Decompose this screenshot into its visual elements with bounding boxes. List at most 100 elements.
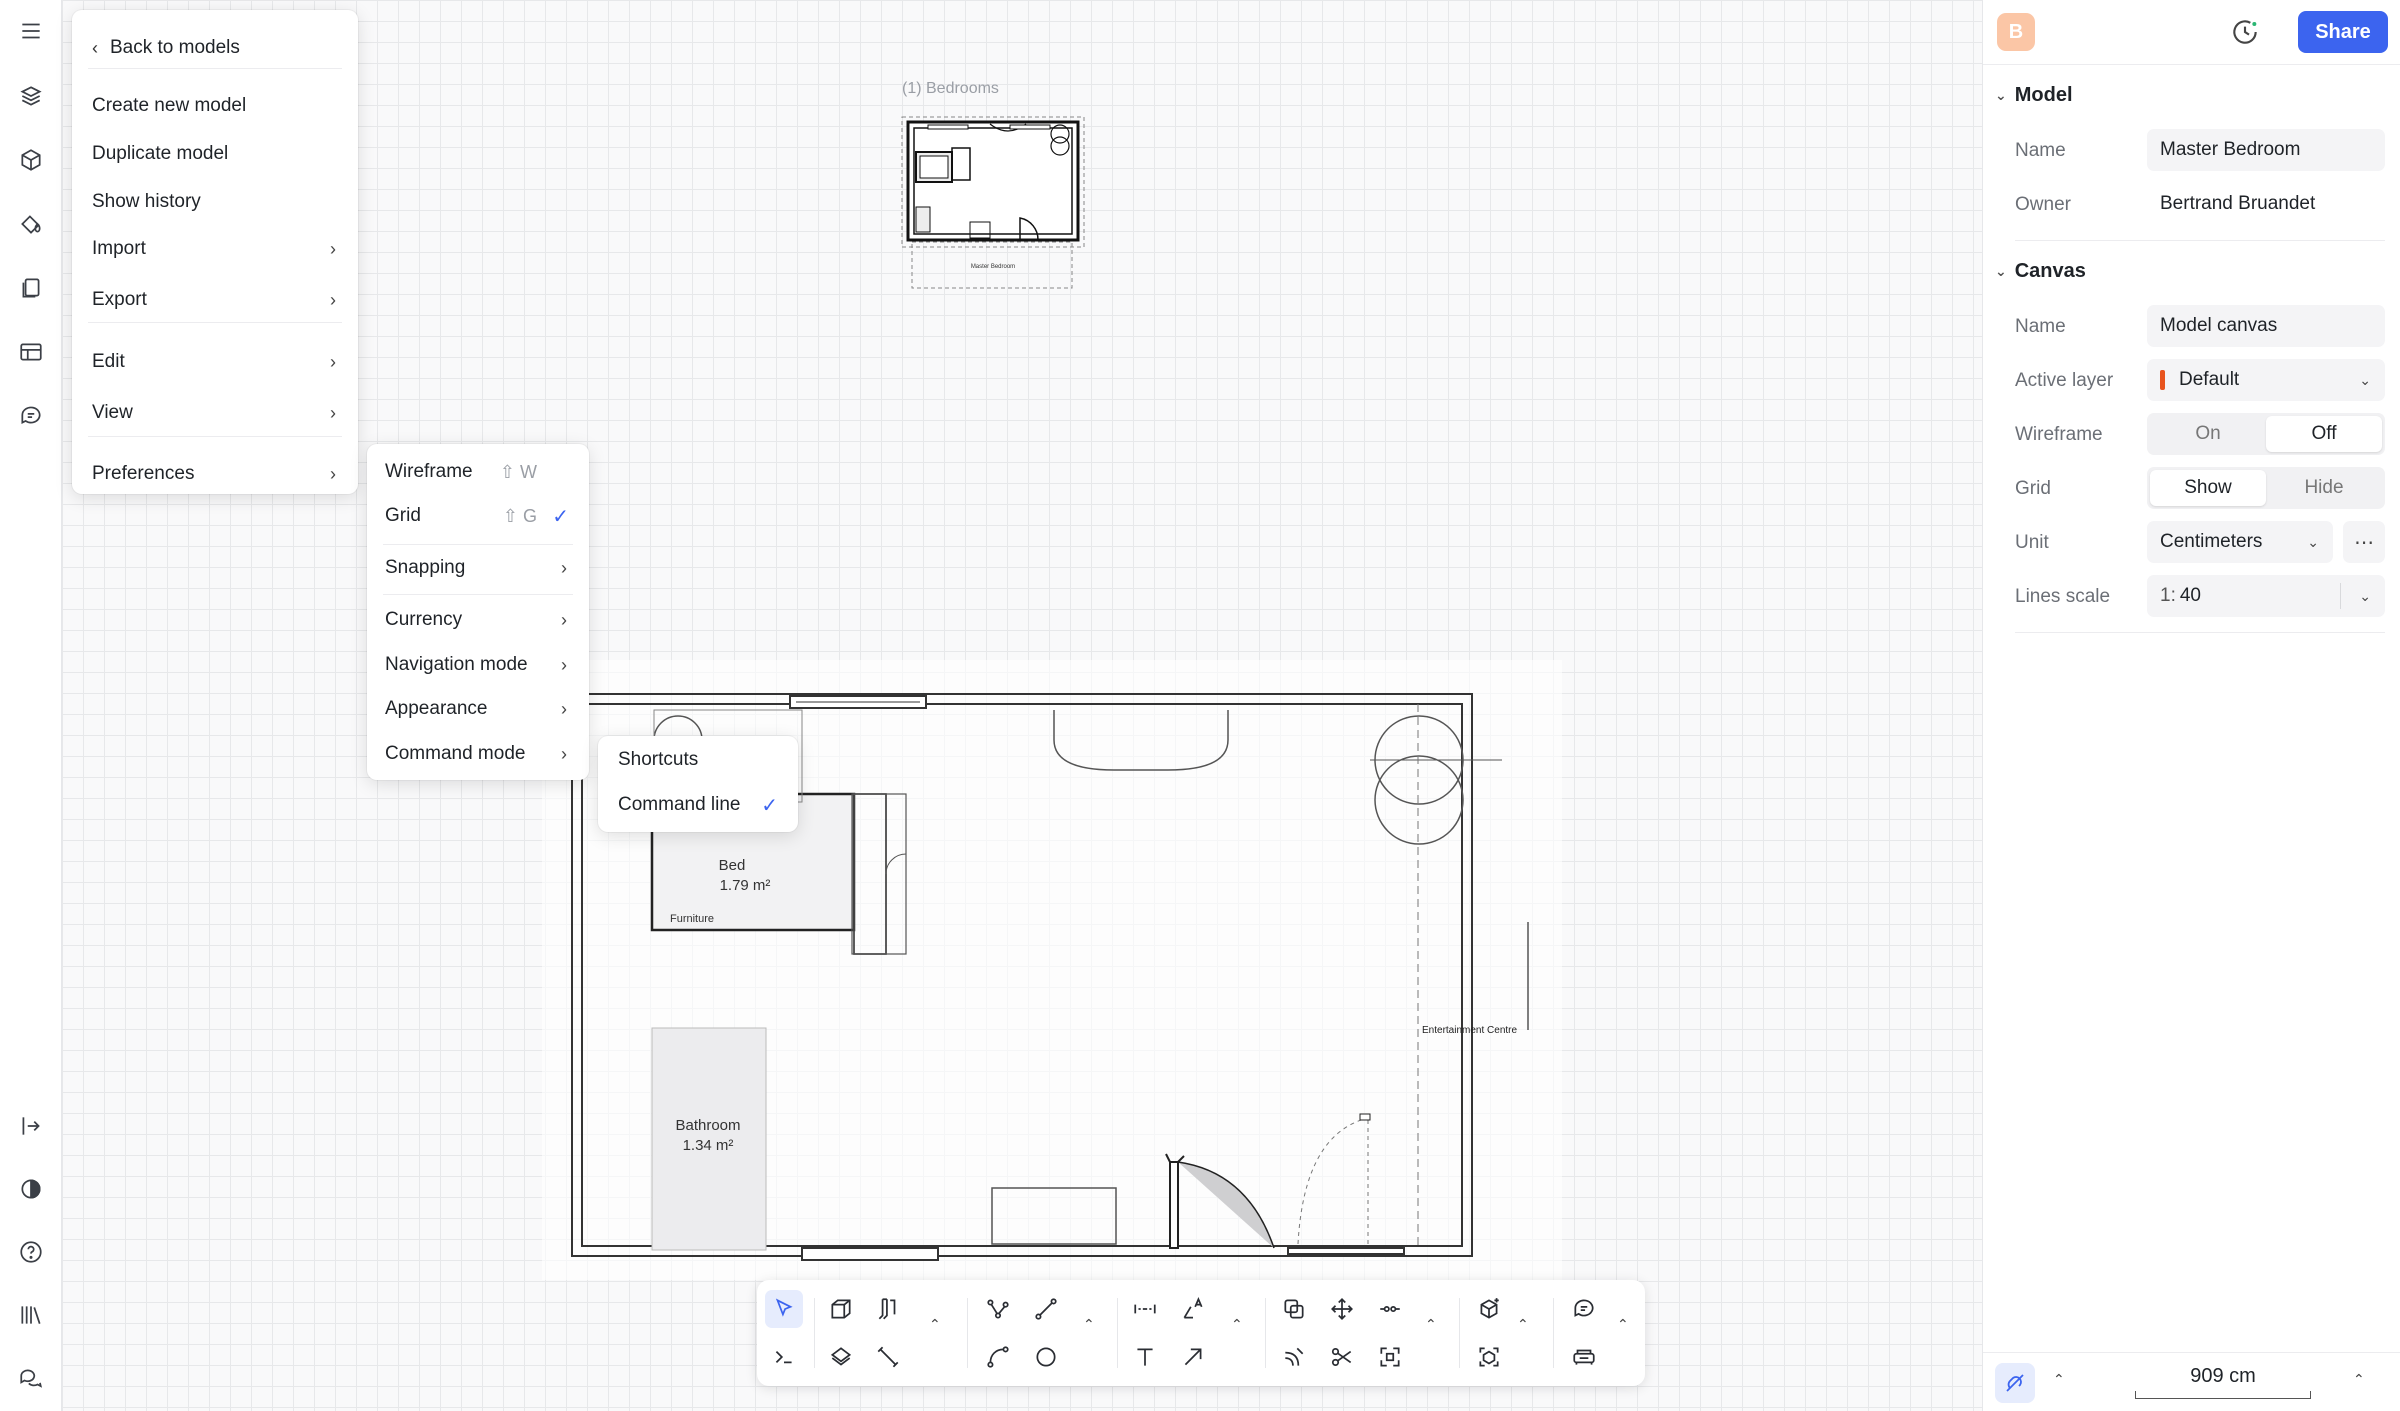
scale-ruler-value: 909 cm <box>2190 1365 2256 1387</box>
chevron-down-icon: ⌄ <box>2307 533 2319 550</box>
snap-toggle-icon[interactable] <box>1995 1363 2035 1403</box>
menu-item-command-mode[interactable]: Command mode › <box>367 732 589 776</box>
help-icon[interactable] <box>15 1236 47 1268</box>
chevron-up-icon[interactable]: ⌃ <box>929 1316 941 1333</box>
menu-item-currency[interactable]: Currency › <box>367 598 589 642</box>
chevron-up-icon[interactable]: ⌃ <box>2353 1371 2365 1388</box>
menu-item-preferences[interactable]: Preferences › <box>72 452 358 496</box>
chevron-right-icon: › <box>330 289 336 310</box>
slab-tool-icon[interactable] <box>822 1338 860 1376</box>
menu-item-shortcuts[interactable]: Shortcuts <box>598 738 798 782</box>
chevron-left-icon: ‹ <box>92 37 98 58</box>
model-name-field[interactable]: Master Bedroom <box>2147 129 2385 171</box>
wireframe-shortcut: ⇧ W <box>499 461 537 482</box>
scale-tool-icon[interactable] <box>1371 1338 1409 1376</box>
arc-tool-icon[interactable] <box>979 1338 1017 1376</box>
menu-item-edit[interactable]: Edit › <box>72 340 358 384</box>
scale-ruler <box>2135 1391 2311 1399</box>
menu-item-navigation-mode[interactable]: Navigation mode › <box>367 643 589 687</box>
select-tool-icon[interactable] <box>765 1290 803 1328</box>
furniture-tool-icon[interactable] <box>1565 1338 1603 1376</box>
menu-item-grid[interactable]: Grid ⇧ G ✓ <box>367 494 589 538</box>
comment-icon[interactable] <box>15 399 47 431</box>
chevron-right-icon: › <box>561 609 567 630</box>
documents-icon[interactable] <box>15 272 47 304</box>
back-to-models-item[interactable]: ‹ Back to models <box>72 26 358 70</box>
join-tool-icon[interactable] <box>1371 1290 1409 1328</box>
back-to-models-label: Back to models <box>110 37 240 58</box>
chevron-up-icon[interactable]: ⌃ <box>1425 1316 1437 1333</box>
model-section-title: Model <box>2014 84 2073 106</box>
thumbnail-room-label: Master Bedroom <box>971 264 1015 270</box>
table-icon[interactable] <box>15 336 47 368</box>
chevron-down-icon: ⌄ <box>2359 371 2371 388</box>
layers-icon[interactable] <box>15 80 47 112</box>
share-button[interactable]: Share <box>2298 11 2388 53</box>
model-section-header[interactable]: ⌄ Model <box>1995 84 2073 107</box>
focus-object-icon[interactable] <box>1470 1338 1508 1376</box>
measure-diagonal-icon[interactable] <box>869 1338 907 1376</box>
move-tool-icon[interactable] <box>1323 1290 1361 1328</box>
text-tool-icon[interactable] <box>1126 1338 1164 1376</box>
canvas-name-field[interactable]: Model canvas <box>2147 305 2385 347</box>
offset-tool-icon[interactable] <box>1275 1338 1313 1376</box>
paint-bucket-icon[interactable] <box>15 208 47 240</box>
panel-footer: ⌃ 909 cm ⌃ <box>1983 1352 2400 1411</box>
menu-item-appearance[interactable]: Appearance › <box>367 687 589 731</box>
grid-label: Grid <box>2015 478 2051 499</box>
owner-value: Bertrand Bruandet <box>2160 193 2316 214</box>
angle-text-tool-icon[interactable] <box>1174 1290 1212 1328</box>
room-name-bed: Bed <box>719 857 746 874</box>
line-tool-icon[interactable] <box>1027 1290 1065 1328</box>
copy-tool-icon[interactable] <box>1275 1290 1313 1328</box>
wireframe-on-option[interactable]: On <box>2150 416 2266 452</box>
circle-tool-icon[interactable] <box>1027 1338 1065 1376</box>
grid-hide-option[interactable]: Hide <box>2266 470 2382 506</box>
cube-icon[interactable] <box>15 144 47 176</box>
add-object-icon[interactable] <box>1470 1290 1508 1328</box>
arrow-tool-icon[interactable] <box>1174 1338 1212 1376</box>
chevron-right-icon: › <box>330 463 336 484</box>
chevron-up-icon[interactable]: ⌃ <box>1517 1316 1529 1333</box>
box-tool-icon[interactable] <box>822 1290 860 1328</box>
collapse-sidebar-icon[interactable] <box>15 1110 47 1142</box>
menu-item-export[interactable]: Export › <box>72 278 358 322</box>
more-options-button[interactable]: ⋯ <box>2343 521 2385 563</box>
scissors-icon[interactable] <box>1323 1338 1361 1376</box>
canvas-section-header[interactable]: ⌄ Canvas <box>1995 260 2086 283</box>
menu-item-view[interactable]: View › <box>72 391 358 435</box>
lines-scale-input[interactable]: 1: 40 ⌄ <box>2147 575 2385 617</box>
menu-item-duplicate-model[interactable]: Duplicate model <box>72 132 358 176</box>
polyline-tool-icon[interactable] <box>979 1290 1017 1328</box>
view-thumbnail[interactable]: Master Bedroom <box>900 112 1086 292</box>
canvas-name-label: Name <box>2015 316 2066 337</box>
chevron-up-icon[interactable]: ⌃ <box>2053 1371 2065 1388</box>
wireframe-off-option[interactable]: Off <box>2266 416 2382 452</box>
library-icon[interactable] <box>15 1299 47 1331</box>
unit-select[interactable]: Centimeters ⌄ <box>2147 521 2333 563</box>
menu-item-import[interactable]: Import › <box>72 227 358 271</box>
chevron-up-icon[interactable]: ⌃ <box>1231 1316 1243 1333</box>
annotation-icon[interactable] <box>1565 1290 1603 1328</box>
grid-show-option[interactable]: Show <box>2150 470 2266 506</box>
chevron-up-icon[interactable]: ⌃ <box>1617 1316 1629 1333</box>
wireframe-toggle: On Off <box>2147 413 2385 455</box>
avatar[interactable]: B <box>1997 13 2035 51</box>
chat-support-icon[interactable] <box>15 1362 47 1394</box>
menu-item-wireframe[interactable]: Wireframe ⇧ W <box>367 450 589 494</box>
history-clock-icon[interactable] <box>2229 16 2261 48</box>
menu-item-show-history[interactable]: Show history <box>72 180 358 224</box>
chevron-up-icon[interactable]: ⌃ <box>1083 1316 1095 1333</box>
command-mode-submenu: Shortcuts Command line ✓ <box>598 736 798 832</box>
dimension-tool-icon[interactable] <box>1126 1290 1164 1328</box>
menu-item-create-new-model[interactable]: Create new model <box>72 84 358 128</box>
command-line-icon[interactable] <box>765 1338 803 1376</box>
hamburger-menu-icon[interactable] <box>15 15 47 47</box>
active-layer-select[interactable]: Default ⌄ <box>2147 359 2385 401</box>
theme-contrast-icon[interactable] <box>15 1173 47 1205</box>
chevron-down-icon[interactable]: ⌄ <box>2359 588 2371 605</box>
wall-tool-icon[interactable] <box>869 1290 907 1328</box>
chevron-right-icon: › <box>561 654 567 675</box>
menu-item-command-line[interactable]: Command line ✓ <box>598 783 798 827</box>
menu-item-snapping[interactable]: Snapping › <box>367 546 589 590</box>
